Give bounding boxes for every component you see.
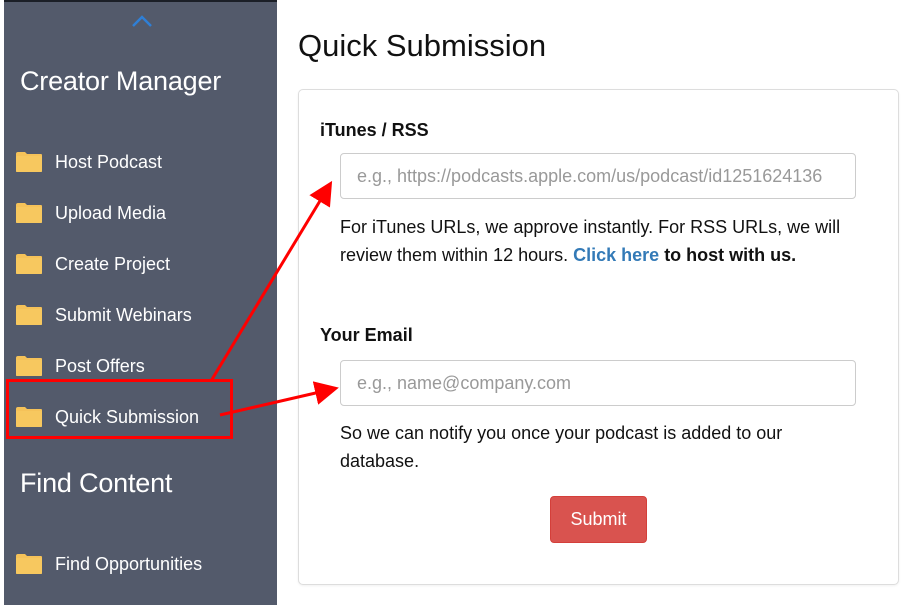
section-heading-creator-manager: Creator Manager [20, 66, 222, 96]
sidebar-item-upload-media[interactable]: Upload Media [15, 198, 166, 228]
sidebar-item-label: Host Podcast [55, 151, 163, 172]
folder-icon [16, 254, 42, 274]
sidebar-item-label: Post Offers [55, 355, 145, 376]
sidebar-item-label: Upload Media [55, 202, 167, 223]
sidebar-item-quick-submission[interactable]: Quick Submission [15, 402, 199, 432]
host-with-us-link[interactable]: Click here [573, 245, 659, 265]
sidebar-item-label: Find Opportunities [55, 553, 203, 574]
folder-icon [16, 203, 42, 223]
page-title: Quick Submission [298, 28, 547, 63]
itunes-rss-label: iTunes / RSS [320, 120, 429, 140]
folder-icon [16, 152, 42, 172]
quick-submission-form: iTunes / RSS For iTunes URLs, we approve… [298, 89, 899, 585]
itunes-rss-input[interactable] [340, 153, 856, 199]
sidebar: Creator Manager Host Podcast Upload Medi… [4, 0, 277, 605]
sidebar-item-label: Create Project [55, 253, 171, 274]
folder-icon [16, 554, 42, 574]
itunes-help-suffix: to host with us. [664, 244, 797, 265]
folder-icon [16, 356, 42, 376]
folder-icon [16, 305, 42, 325]
sidebar-item-find-opportunities[interactable]: Find Opportunities [15, 549, 202, 579]
sidebar-item-host-podcast[interactable]: Host Podcast [15, 147, 162, 177]
section-heading-find-content: Find Content [20, 468, 173, 498]
sidebar-item-label: Submit Webinars [55, 304, 192, 325]
email-input[interactable] [340, 360, 856, 406]
submit-button[interactable]: Submit [550, 496, 647, 543]
sidebar-item-create-project[interactable]: Create Project [15, 249, 170, 279]
email-label: Your Email [320, 325, 413, 345]
email-help-text: So we can notify you once your podcast i… [340, 423, 783, 471]
sidebar-item-submit-webinars[interactable]: Submit Webinars [15, 300, 192, 330]
sidebar-item-post-offers[interactable]: Post Offers [15, 351, 145, 381]
chevron-up-icon[interactable] [131, 14, 153, 28]
folder-icon [16, 407, 42, 427]
sidebar-item-label: Quick Submission [55, 406, 200, 427]
itunes-help-text: For iTunes URLs, we approve instantly. F… [340, 214, 850, 269]
